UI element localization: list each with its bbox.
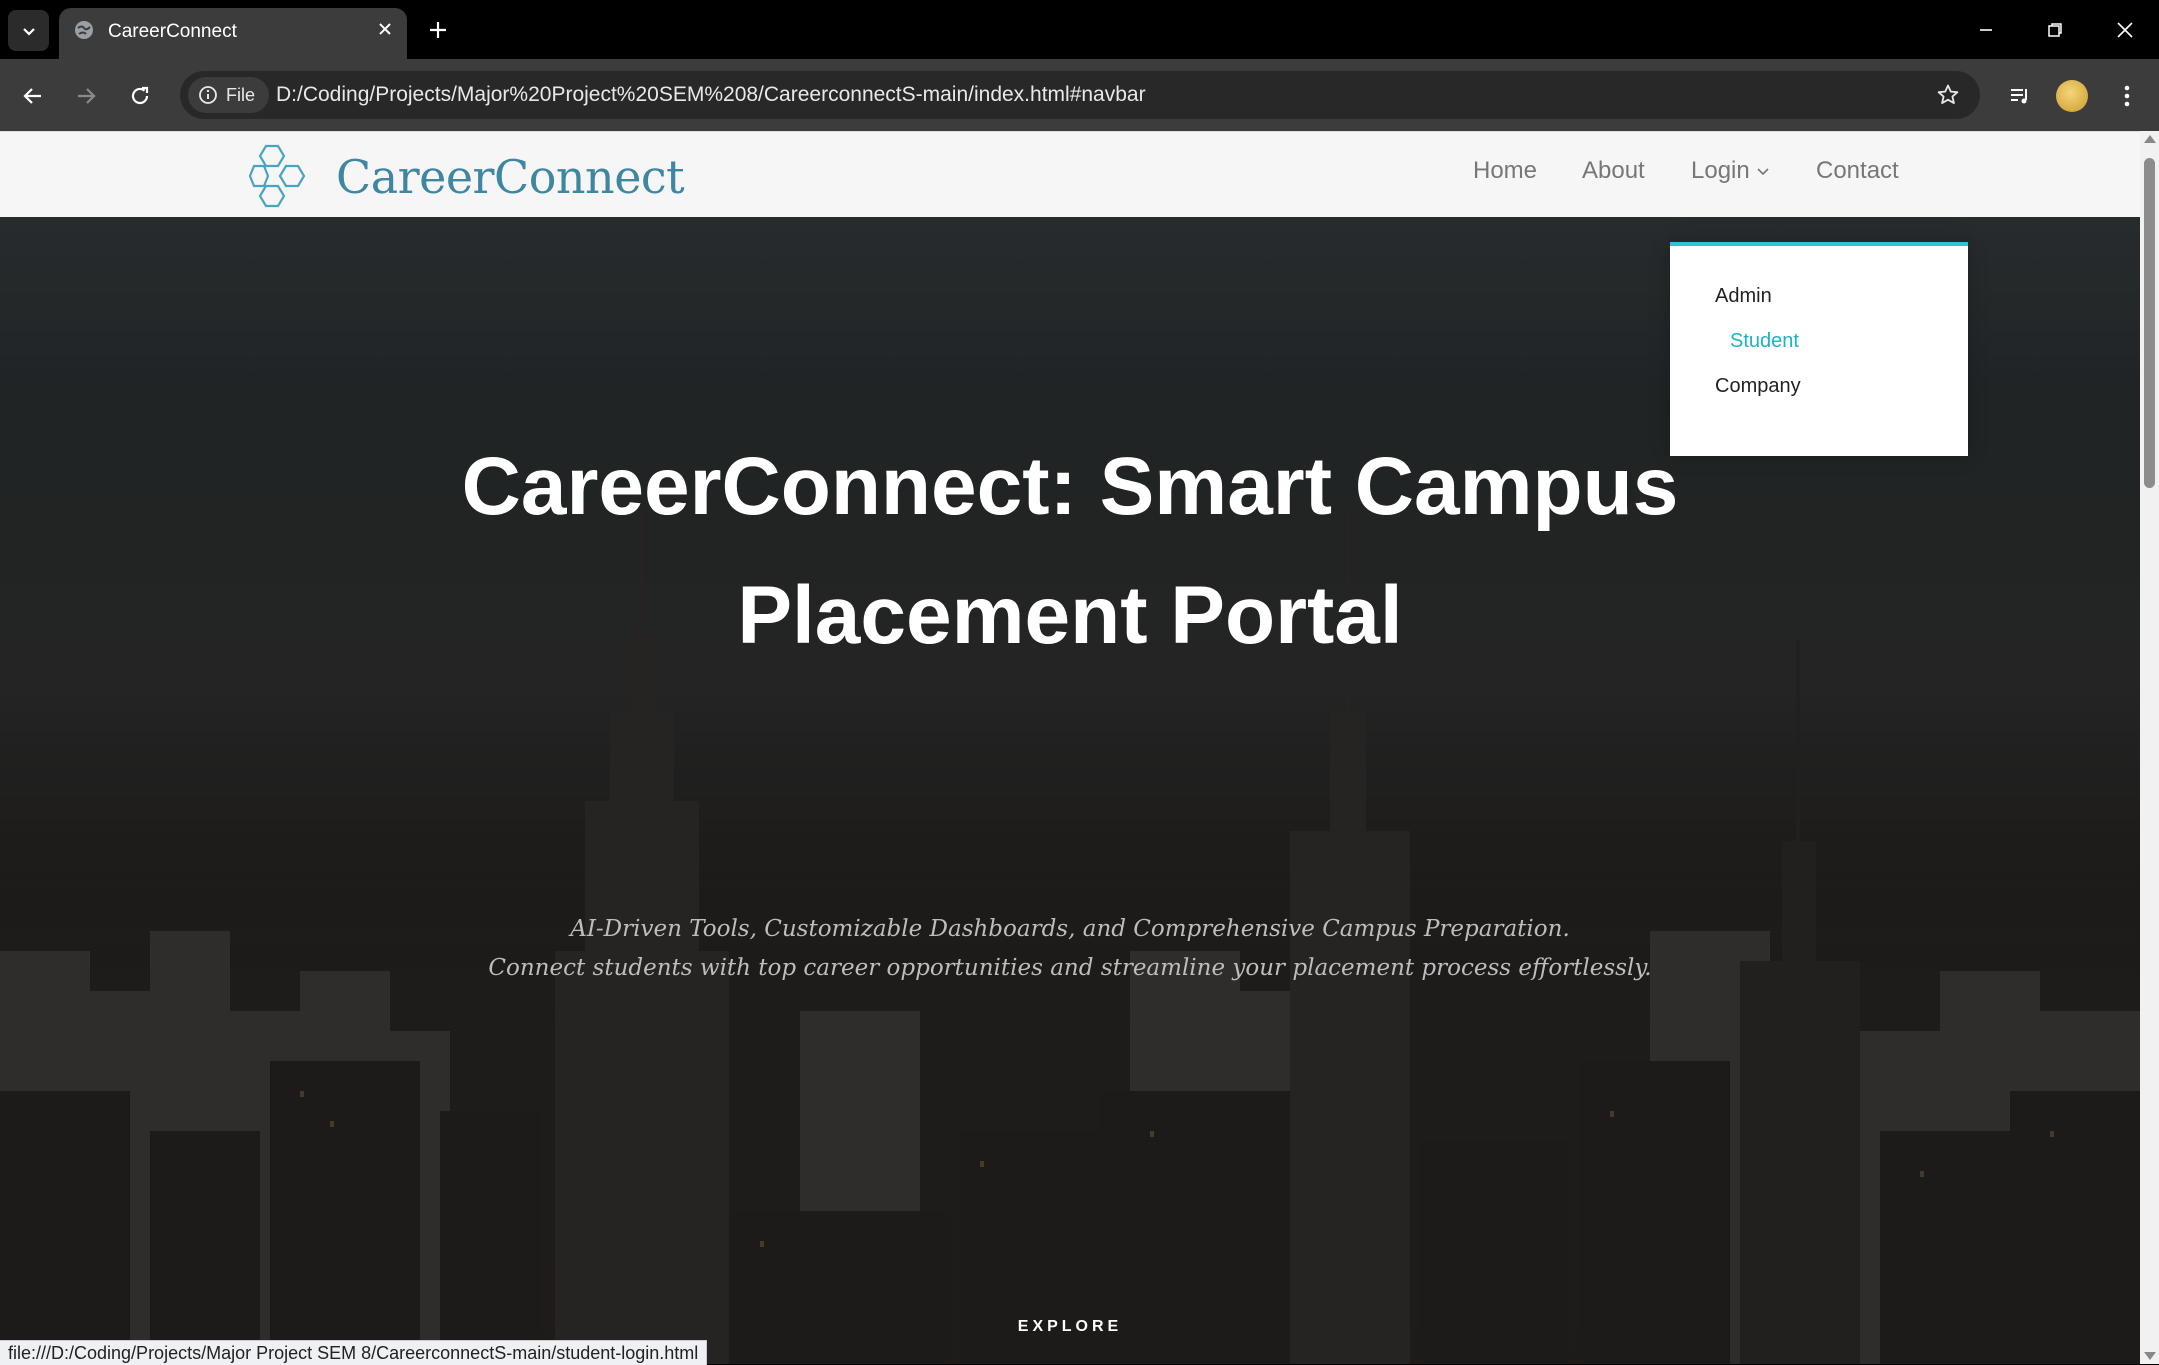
close-icon [379,23,391,35]
restore-button[interactable] [2037,16,2073,44]
scrollbar-thumb[interactable] [2144,158,2155,488]
plus-icon [430,22,446,38]
minimize-button[interactable] [1968,16,2004,44]
back-button[interactable] [14,77,52,115]
browser-tab-bar: CareerConnect [0,0,2159,59]
url-text[interactable]: D:/Coding/Projects/Major%20Project%20SEM… [276,83,1146,107]
tab-title: CareerConnect [108,21,237,42]
reload-button[interactable] [121,77,159,115]
explore-link[interactable]: EXPLORE [0,1318,2140,1336]
star-icon [1937,84,1959,104]
media-control-button[interactable] [2001,77,2039,115]
nav-contact[interactable]: Contact [1816,157,1899,185]
site-navbar: CareerConnect Home About Login Contact [0,131,2140,217]
tab-search-button[interactable] [8,10,49,51]
link-status-bar: file:///D:/Coding/Projects/Major Project… [0,1340,708,1365]
info-icon [199,86,217,104]
new-tab-button[interactable] [422,14,454,46]
restore-icon [2048,23,2062,37]
chevron-down-icon [22,27,35,36]
globe-icon [75,21,93,39]
page-viewport: CareerConnect: Smart Campus Placement Po… [0,131,2140,1364]
browser-menu-button[interactable] [2108,77,2146,115]
close-icon [2117,22,2133,38]
more-vertical-icon [2124,85,2130,107]
dropdown-item-company[interactable]: Company [1715,375,1801,398]
profile-button[interactable] [2053,77,2091,115]
chevron-down-icon [1757,168,1769,176]
browser-tab[interactable]: CareerConnect [59,8,407,59]
scroll-up-arrow-icon[interactable] [2144,135,2156,143]
dropdown-item-admin[interactable]: Admin [1715,285,1772,308]
hero-title-line2: Placement Portal [737,570,1403,661]
scroll-down-arrow-icon[interactable] [2144,1352,2156,1360]
hero-subtitle-line2: Connect students with top career opportu… [488,955,1652,981]
login-dropdown: Admin Student Company [1670,242,1968,456]
site-info-chip[interactable]: File [188,77,270,113]
playlist-icon [2011,89,2027,104]
site-info-label: File [226,84,256,105]
minimize-icon [1980,29,1992,31]
address-bar[interactable]: File D:/Coding/Projects/Major%20Project%… [180,71,1980,119]
dropdown-item-student[interactable]: Student [1730,330,1799,353]
page-scrollbar[interactable] [2140,131,2159,1364]
browser-toolbar: File D:/Coding/Projects/Major%20Project%… [0,59,2159,131]
site-logo[interactable]: CareerConnect [248,144,685,210]
window-close-button[interactable] [2107,16,2143,44]
avatar [2056,80,2088,112]
bookmark-button[interactable] [1934,81,1962,109]
forward-button[interactable] [67,77,105,115]
tab-close-button[interactable] [373,17,397,41]
arrow-right-icon [78,88,96,104]
brand-name: CareerConnect [336,150,685,204]
nav-login-label: Login [1691,157,1750,184]
nav-about[interactable]: About [1582,157,1645,185]
arrow-left-icon [23,88,41,104]
reload-icon [131,86,149,105]
hexagon-logo-icon [248,144,306,208]
hero-subtitle-line1: AI-Driven Tools, Customizable Dashboards… [570,916,1570,942]
nav-login[interactable]: Login [1691,157,1770,185]
nav-home[interactable]: Home [1473,157,1537,185]
